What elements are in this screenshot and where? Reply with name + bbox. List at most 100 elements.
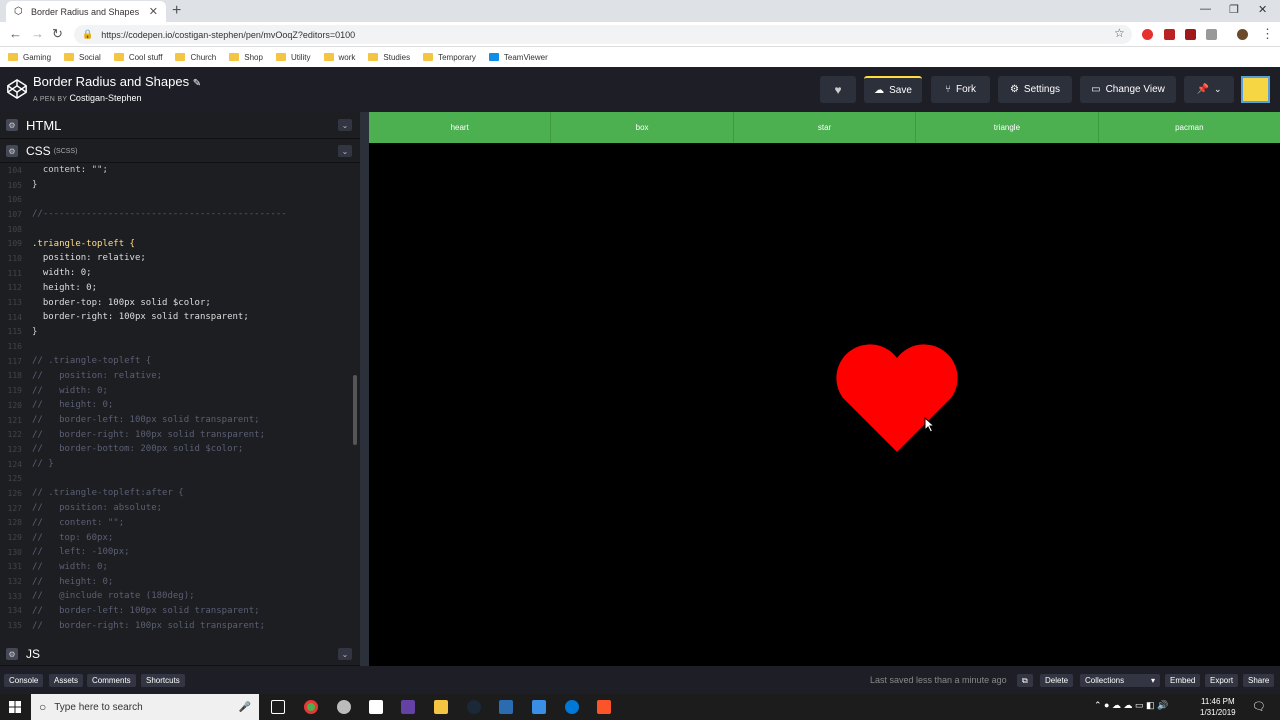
code-line[interactable]: 123 // border-bottom: 200px solid $color; bbox=[0, 442, 352, 457]
code-line[interactable]: 119 // width: 0; bbox=[0, 383, 352, 398]
bookmark-social[interactable]: Social bbox=[64, 53, 101, 62]
code-line[interactable]: 129 // top: 60px; bbox=[0, 530, 352, 545]
extension-icon[interactable] bbox=[1164, 29, 1175, 40]
bookmark-studies[interactable]: Studies bbox=[368, 53, 410, 62]
code-line[interactable]: 133 // @include rotate (180deg); bbox=[0, 589, 352, 604]
user-avatar[interactable] bbox=[1241, 76, 1270, 103]
code-line[interactable]: 108 bbox=[0, 222, 352, 237]
code-line[interactable]: 111 width: 0; bbox=[0, 266, 352, 281]
chevron-down-icon[interactable]: ⌄ bbox=[338, 145, 352, 157]
app-icon[interactable] bbox=[337, 700, 351, 714]
mail-icon[interactable] bbox=[369, 700, 383, 714]
pin-button[interactable]: 📌 ⌄ bbox=[1184, 76, 1234, 103]
js-settings-icon[interactable]: ⚙ bbox=[6, 648, 18, 660]
bookmark-gaming[interactable]: Gaming bbox=[8, 53, 51, 62]
bookmark-utility[interactable]: Utility bbox=[275, 53, 311, 62]
bookmark-shop[interactable]: Shop bbox=[229, 53, 263, 62]
opera-extension-icon[interactable] bbox=[1142, 29, 1153, 40]
bookmark-work[interactable]: work bbox=[323, 53, 355, 62]
file-explorer-icon[interactable] bbox=[434, 700, 448, 714]
code-line[interactable]: 116 bbox=[0, 339, 352, 354]
browser-tab[interactable]: ⬡ Border Radius and Shapes ✕ bbox=[6, 1, 166, 22]
assets-button[interactable]: Assets bbox=[49, 674, 84, 687]
share-button[interactable]: Share bbox=[1243, 674, 1275, 687]
fork-button[interactable]: ⑂ Fork bbox=[931, 76, 990, 103]
code-line[interactable]: 127 // position: absolute; bbox=[0, 501, 352, 516]
code-line[interactable]: 132 // height: 0; bbox=[0, 574, 352, 589]
code-line[interactable]: 105} bbox=[0, 178, 352, 193]
bookmark-star-icon[interactable]: ☆ bbox=[1114, 26, 1125, 40]
code-line[interactable]: 112 height: 0; bbox=[0, 281, 352, 296]
delete-button[interactable]: Delete bbox=[1040, 674, 1074, 687]
code-line[interactable]: 115} bbox=[0, 325, 352, 340]
codepen-logo-icon[interactable] bbox=[6, 78, 28, 100]
bookmark-cool-stuff[interactable]: Cool stuff bbox=[113, 53, 162, 62]
css-code-editor[interactable]: 104 content: ""; 105} 106 107//------------… bbox=[0, 163, 352, 641]
system-clock[interactable]: 11:46 PM 1/31/2019 bbox=[1200, 696, 1236, 718]
html-panel-header[interactable]: ⚙ HTML ⌄ bbox=[0, 112, 360, 139]
pen-title[interactable]: Border Radius and Shapes ✎ bbox=[33, 74, 201, 89]
edit-pencil-icon[interactable]: ✎ bbox=[193, 78, 201, 89]
nav-box[interactable]: box bbox=[551, 112, 734, 143]
bookmark-teamviewer[interactable]: TeamViewer bbox=[488, 53, 548, 62]
tab-close-icon[interactable]: ✕ bbox=[149, 5, 158, 18]
code-line[interactable]: 122 // border-right: 100px solid transpar… bbox=[0, 427, 352, 442]
brave-icon[interactable] bbox=[597, 700, 611, 714]
chrome-icon[interactable] bbox=[304, 700, 318, 714]
taskbar-search[interactable]: ○ Type here to search 🎤 bbox=[31, 694, 259, 720]
twitch-icon[interactable] bbox=[401, 700, 415, 714]
restore-icon[interactable]: ❐ bbox=[1229, 3, 1239, 16]
console-button[interactable]: Console bbox=[4, 674, 44, 687]
code-line[interactable]: 104 content: ""; bbox=[0, 163, 352, 178]
nav-heart[interactable]: heart bbox=[369, 112, 552, 143]
code-line[interactable]: 124 // } bbox=[0, 457, 352, 472]
export-button[interactable]: Export bbox=[1205, 674, 1239, 687]
back-icon[interactable]: ← bbox=[9, 26, 22, 41]
settings-button[interactable]: ⚙ Settings bbox=[998, 76, 1072, 103]
css-settings-icon[interactable]: ⚙ bbox=[6, 145, 18, 157]
extension-icon[interactable] bbox=[1206, 29, 1217, 40]
author-link[interactable]: Costigan-Stephen bbox=[69, 93, 141, 103]
html-settings-icon[interactable]: ⚙ bbox=[6, 119, 18, 131]
nav-pacman[interactable]: pacman bbox=[1099, 112, 1280, 143]
code-line[interactable]: 134 // border-left: 100px solid transpare… bbox=[0, 604, 352, 619]
code-line[interactable]: 117 // .triangle-topleft { bbox=[0, 354, 352, 369]
chevron-down-icon[interactable]: ⌄ bbox=[338, 119, 352, 131]
code-line[interactable]: 114 border-right: 100px solid transparen… bbox=[0, 310, 352, 325]
editor-scrollbar[interactable] bbox=[353, 375, 357, 445]
code-line[interactable]: 135 // border-right: 100px solid transpar… bbox=[0, 618, 352, 633]
code-line[interactable]: 128 // content: ""; bbox=[0, 516, 352, 531]
bookmark-temporary[interactable]: Temporary bbox=[423, 53, 476, 62]
profile-avatar[interactable] bbox=[1237, 29, 1248, 40]
nav-star[interactable]: star bbox=[734, 112, 917, 143]
code-line[interactable]: 126 // .triangle-topleft:after { bbox=[0, 486, 352, 501]
chevron-down-icon[interactable]: ⌄ bbox=[338, 648, 352, 660]
code-line[interactable]: 109 .triangle-topleft { bbox=[0, 236, 352, 251]
shortcuts-button[interactable]: Shortcuts bbox=[141, 674, 185, 687]
code-line[interactable]: 121 // border-left: 100px solid transpare… bbox=[0, 413, 352, 428]
code-line[interactable]: 107 //-----------------------------------… bbox=[0, 207, 352, 222]
notification-icon[interactable]: 🗨 bbox=[1252, 700, 1266, 713]
js-panel-header[interactable]: ⚙ JS ⌄ bbox=[0, 643, 360, 666]
url-field[interactable]: 🔒 https://codepen.io/costigan-stephen/pe… bbox=[74, 25, 1132, 44]
code-line[interactable]: 130 // left: -100px; bbox=[0, 545, 352, 560]
bookmark-church[interactable]: Church bbox=[175, 53, 216, 62]
reload-icon[interactable]: ↻ bbox=[52, 26, 63, 42]
css-panel-header[interactable]: ⚙ CSS (SCSS) ⌄ bbox=[0, 140, 360, 163]
change-view-button[interactable]: ▭ Change View bbox=[1080, 76, 1176, 103]
comments-button[interactable]: Comments bbox=[87, 674, 136, 687]
edge-icon[interactable] bbox=[565, 700, 579, 714]
minimize-icon[interactable]: — bbox=[1200, 3, 1211, 15]
windows-start-icon[interactable] bbox=[9, 701, 21, 713]
menu-icon[interactable]: ⋮ bbox=[1261, 26, 1274, 42]
forward-icon[interactable]: → bbox=[31, 26, 44, 41]
code-line[interactable]: 131 // width: 0; bbox=[0, 560, 352, 575]
tray-icons[interactable]: ⌃ ● ☁ ☁ ▭ ◧ 🔊 bbox=[1094, 700, 1168, 711]
code-line[interactable]: 120 // height: 0; bbox=[0, 398, 352, 413]
heart-button[interactable]: ♥ bbox=[820, 76, 856, 103]
code-line[interactable]: 125 bbox=[0, 471, 352, 486]
microphone-icon[interactable]: 🎤 bbox=[239, 702, 251, 713]
embed-button[interactable]: Embed bbox=[1165, 674, 1201, 687]
external-link-icon[interactable]: ⧉ bbox=[1017, 674, 1033, 687]
app-icon[interactable] bbox=[499, 700, 513, 714]
